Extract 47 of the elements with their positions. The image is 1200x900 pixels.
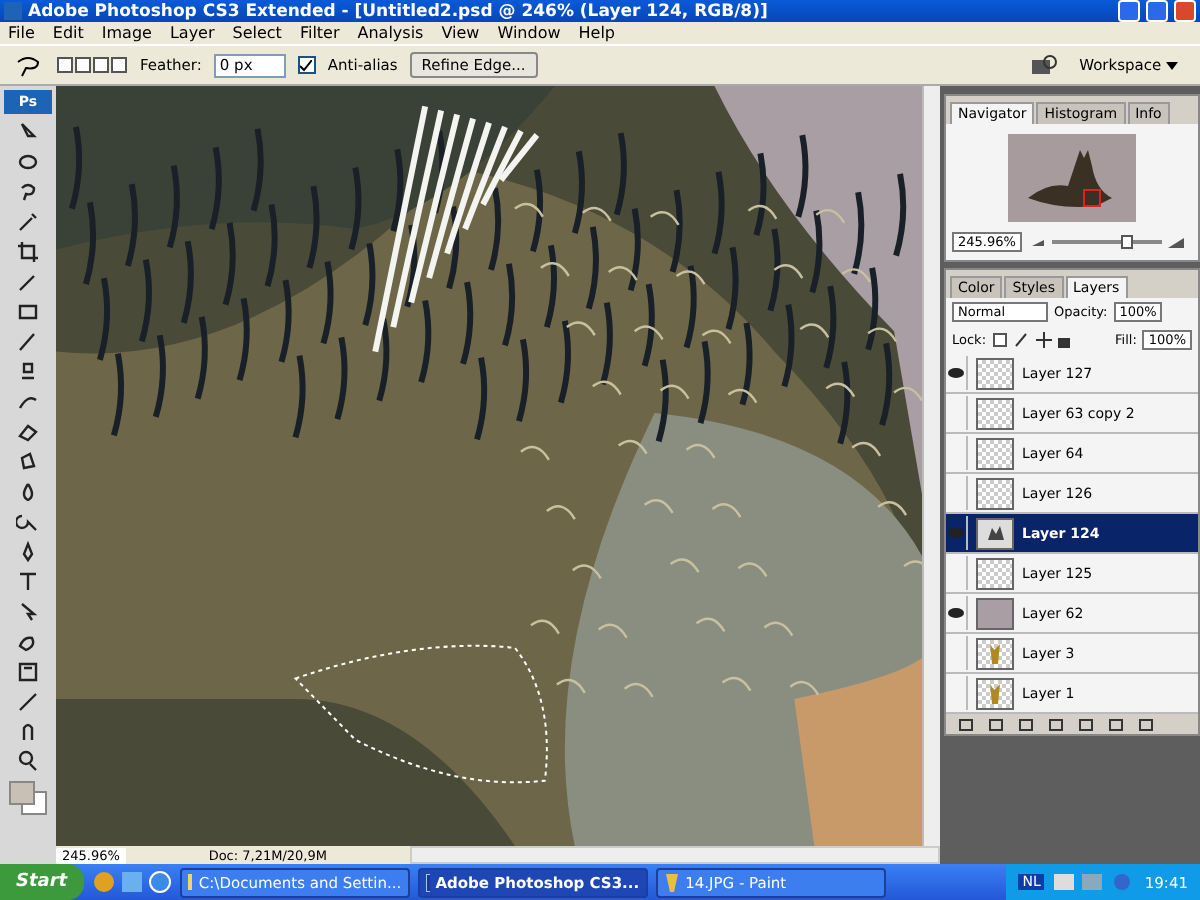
menu-item[interactable]: Filter	[299, 24, 340, 42]
layer-thumbnail	[976, 597, 1014, 629]
minimize-button[interactable]	[1118, 0, 1140, 22]
menu-item[interactable]: Layer	[169, 24, 215, 42]
layer-thumbnail	[976, 357, 1014, 389]
layer-thumbnail	[976, 437, 1014, 469]
eye-icon	[948, 368, 964, 378]
menu-item[interactable]: Image	[101, 24, 152, 42]
zoom-slider[interactable]	[1051, 235, 1162, 249]
folder-icon	[187, 874, 193, 890]
menu-item[interactable]: Help	[578, 24, 616, 42]
close-button[interactable]	[1174, 0, 1196, 22]
visibility-toggle[interactable]	[946, 356, 968, 390]
visibility-toggle[interactable]	[946, 596, 968, 630]
zoom-out-icon[interactable]	[1031, 240, 1044, 246]
tray-icon[interactable]	[1054, 872, 1135, 892]
caret-icon	[1166, 62, 1178, 70]
window-title: Adobe Photoshop CS3 Extended - [Untitled2.psd @ 246% (Layer 124, RGB/8)]	[28, 1, 770, 21]
menu-item[interactable]: File	[8, 24, 35, 42]
color-swatch-icon[interactable]	[8, 780, 48, 816]
menu-item[interactable]: Edit	[52, 24, 84, 42]
visibility-toggle[interactable]	[946, 516, 968, 550]
layer-thumbnail	[976, 397, 1014, 429]
menu-item[interactable]: Select	[232, 24, 282, 42]
layer-thumbnail	[976, 477, 1014, 509]
quick-launch-icon[interactable]	[91, 870, 172, 894]
bridge-icon[interactable]	[1029, 54, 1058, 76]
start-button[interactable]: Start	[0, 864, 84, 900]
lock-icon[interactable]	[992, 332, 1073, 348]
ps-icon	[425, 873, 430, 891]
selection-mode-icon[interactable]	[56, 55, 128, 75]
eye-icon	[948, 608, 964, 618]
anti-alias-checkbox[interactable]	[297, 56, 316, 74]
navigator-preview	[1008, 134, 1136, 222]
zoom-in-icon[interactable]	[1167, 238, 1184, 248]
paint-icon	[663, 873, 680, 891]
layer-thumbnail	[976, 557, 1014, 589]
lasso-tool-icon[interactable]	[12, 51, 44, 79]
menu-item[interactable]: View	[441, 24, 480, 42]
vertical-scrollbar[interactable]	[922, 86, 940, 846]
eye-icon	[948, 528, 964, 538]
app-icon	[4, 2, 22, 20]
fur-icon	[985, 524, 1005, 542]
horizontal-scrollbar[interactable]	[409, 846, 940, 864]
menu-item[interactable]: Window	[497, 24, 561, 42]
maximize-button[interactable]	[1146, 0, 1168, 22]
menu-item[interactable]: Analysis	[357, 24, 424, 42]
